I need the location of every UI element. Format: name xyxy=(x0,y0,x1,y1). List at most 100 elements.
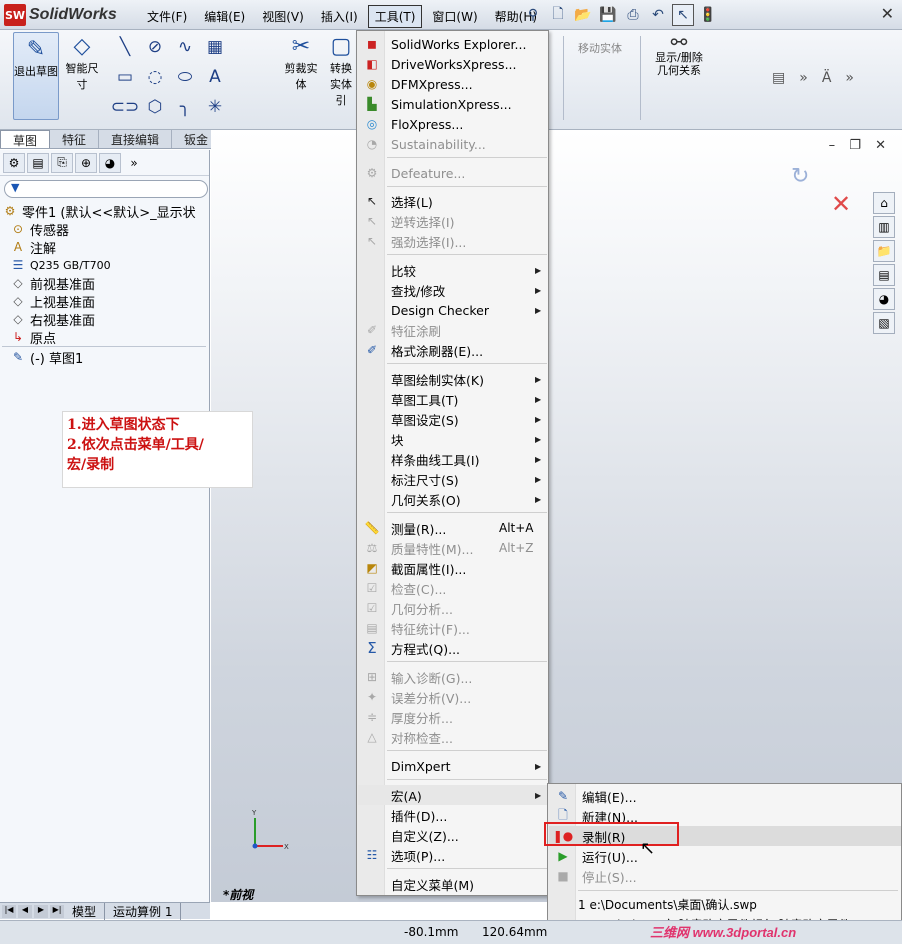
last-tab-icon[interactable]: ▶| xyxy=(50,904,64,918)
arc-icon[interactable]: ◌ xyxy=(140,66,170,88)
tree-item-right-plane[interactable]: ◇ 右视基准面 xyxy=(2,310,208,329)
move-entities-button[interactable]: 移动实体 xyxy=(578,40,622,56)
tree-item-part[interactable]: ⚙ 零件1 (默认<<默认>_显示状 xyxy=(2,202,208,221)
menu-item-options[interactable]: ☷ 选项(P)... xyxy=(358,845,547,865)
menu-window[interactable]: 窗口(W) xyxy=(425,5,484,28)
dimxpert-icon[interactable]: ⊕ xyxy=(75,152,97,173)
menu-item-design-checker[interactable]: Design Checker ▶ xyxy=(358,300,547,320)
ellipse-icon[interactable]: ⬭ xyxy=(170,66,200,88)
menu-item-driveworks[interactable]: ◧ DriveWorksXpress... xyxy=(358,54,547,74)
menu-item-symmetry-check[interactable]: △ 对称检查... xyxy=(358,727,547,747)
menu-item-spline-tools[interactable]: 样条曲线工具(I) ▶ xyxy=(358,449,547,469)
menu-insert[interactable]: 插入(I) xyxy=(314,5,365,28)
grid-icon[interactable]: ▦ xyxy=(200,36,230,58)
close-icon[interactable]: ✕ xyxy=(881,4,894,23)
menu-item-compare[interactable]: 比较 ▶ xyxy=(358,260,547,280)
menu-item-check[interactable]: ☑ 检查(C)... xyxy=(358,578,547,598)
tree-item-sensors[interactable]: ⊙ 传感器 xyxy=(2,220,208,239)
close-icon[interactable]: ✕ xyxy=(875,138,886,153)
more-chevron-icon[interactable]: » xyxy=(845,70,854,86)
menu-item-geometry-analysis[interactable]: ☑ 几何分析... xyxy=(358,598,547,618)
tree-item-annotations[interactable]: A 注解 xyxy=(2,238,208,257)
recent-macro-1[interactable]: 1 e:\Documents\桌面\确认.swp xyxy=(578,896,757,913)
menu-item-relations[interactable]: 几何关系(O) ▶ xyxy=(358,489,547,509)
menu-item-customize[interactable]: 自定义(Z)... xyxy=(358,825,547,845)
menu-item-dimxpert[interactable]: DimXpert ▶ xyxy=(358,756,547,776)
confirmation-corner-icon[interactable]: ↻ xyxy=(791,164,809,189)
prev-tab-icon[interactable]: ◀ xyxy=(18,904,32,918)
tab-features[interactable]: 特征 xyxy=(50,130,100,148)
traffic-light-icon[interactable]: 🚦 xyxy=(697,4,719,26)
pin-icon[interactable]: ⚲ xyxy=(522,4,544,26)
tree-filter-input[interactable]: ▼ xyxy=(4,180,208,198)
menu-item-sketch-tools[interactable]: 草图工具(T) ▶ xyxy=(358,389,547,409)
tree-item-material[interactable]: ☰ Q235 GB/T700 xyxy=(2,256,208,274)
tree-item-origin[interactable]: ↳ 原点 xyxy=(2,328,208,347)
menu-item-format-painter[interactable]: ✐ 格式涂刷器(E)... xyxy=(358,340,547,360)
trim-entities-button[interactable]: ✂ 剪裁实体 xyxy=(281,34,321,92)
menu-item-customize-menu[interactable]: 自定义菜单(M) xyxy=(358,874,547,894)
menu-file[interactable]: 文件(F) xyxy=(140,5,194,28)
home-icon[interactable]: ⌂ xyxy=(873,192,895,214)
menu-item-reverse-select[interactable]: ↖ 逆转选择(I) xyxy=(358,211,547,231)
menu-item-sustainability[interactable]: ◔ Sustainability... xyxy=(358,134,547,154)
circle-icon[interactable]: ⊘ xyxy=(140,36,170,58)
design-library-icon[interactable]: ▥ xyxy=(873,216,895,238)
menu-item-sketch-entities[interactable]: 草图绘制实体(K) ▶ xyxy=(358,369,547,389)
menu-item-macro[interactable]: 宏(A) ▶ xyxy=(358,785,547,805)
menu-item-dfmxpress[interactable]: ◉ DFMXpress... xyxy=(358,74,547,94)
more-chevron-icon[interactable]: » xyxy=(799,70,808,86)
point-icon[interactable]: ✳ xyxy=(200,96,230,118)
view-palette-icon[interactable]: ▤ xyxy=(873,264,895,286)
tab-sketch[interactable]: 草图 xyxy=(0,130,51,148)
menu-item-select[interactable]: ↖ 选择(L) xyxy=(358,191,547,211)
menu-item-feature-paint[interactable]: ✐ 特征涂刷 xyxy=(358,320,547,340)
more-chevron-icon[interactable]: » xyxy=(123,153,145,173)
menu-item-macro-edit[interactable]: ✎ 编辑(E)... xyxy=(549,786,901,806)
open-folder-icon[interactable]: 📂 xyxy=(572,4,594,26)
menu-item-simulationxpress[interactable]: ▙ SimulationXpress... xyxy=(358,94,547,114)
menu-item-equations[interactable]: Σ 方程式(Q)... xyxy=(358,638,547,658)
polygon-icon[interactable]: ⬡ xyxy=(140,96,170,118)
save-icon[interactable]: 💾 xyxy=(597,4,619,26)
next-tab-icon[interactable]: ▶ xyxy=(34,904,48,918)
feature-tree-icon[interactable]: ⚙ xyxy=(3,152,25,173)
menu-item-section-properties[interactable]: ◩ 截面属性(I)... xyxy=(358,558,547,578)
menu-item-deviation-analysis[interactable]: ✦ 误差分析(V)... xyxy=(358,687,547,707)
menu-item-macro-stop[interactable]: ■ 停止(S)... xyxy=(549,866,901,886)
menu-item-feature-statistics[interactable]: ▤ 特征统计(F)... xyxy=(358,618,547,638)
show-relations-button[interactable]: ⚯ 显示/删除几何关系 xyxy=(654,32,704,77)
line-icon[interactable]: ╲ xyxy=(110,36,140,58)
menu-item-mass-properties[interactable]: ⚖ 质量特性(M)... Alt+Z xyxy=(358,538,547,558)
slot-icon[interactable]: ⊂⊃ xyxy=(110,96,140,118)
menu-item-sw-explorer[interactable]: ◼ SolidWorks Explorer... xyxy=(358,34,547,54)
menu-item-macro-run[interactable]: ▶ 运行(U)... xyxy=(549,846,901,866)
menu-item-sketch-settings[interactable]: 草图设定(S) ▶ xyxy=(358,409,547,429)
menu-item-import-diagnostics[interactable]: ⊞ 输入诊断(G)... xyxy=(358,667,547,687)
minimize-icon[interactable]: – xyxy=(829,138,836,153)
menu-item-addins[interactable]: 插件(D)... xyxy=(358,805,547,825)
menu-tools[interactable]: 工具(T) xyxy=(367,5,423,28)
spline-icon[interactable]: ∿ xyxy=(170,36,200,58)
file-explorer-icon[interactable]: 📁 xyxy=(873,240,895,262)
restore-icon[interactable]: ❐ xyxy=(849,138,861,153)
cancel-x-icon[interactable]: ✕ xyxy=(831,190,851,218)
tree-item-top-plane[interactable]: ◇ 上视基准面 xyxy=(2,292,208,311)
undo-icon[interactable]: ↶ xyxy=(647,4,669,26)
menu-item-force-select[interactable]: ↖ 强劲选择(I)... xyxy=(358,231,547,251)
tab-model[interactable]: 模型 xyxy=(64,902,106,920)
rectangle-icon[interactable]: ▭ xyxy=(110,66,140,88)
tree-item-sketch[interactable]: ✎ (-) 草图1 xyxy=(2,348,208,367)
menu-item-thickness-analysis[interactable]: ≑ 厚度分析... xyxy=(358,707,547,727)
appearances-icon[interactable]: ◕ xyxy=(873,288,895,310)
menu-item-find-modify[interactable]: 查找/修改 ▶ xyxy=(358,280,547,300)
exit-sketch-button[interactable]: ✎ 退出草图 xyxy=(13,32,59,120)
property-manager-icon[interactable]: ▤ xyxy=(27,152,49,173)
new-document-icon[interactable]: 🗋 xyxy=(547,4,569,26)
custom-properties-icon[interactable]: ▧ xyxy=(873,312,895,334)
fillet-icon[interactable]: ╮ xyxy=(170,96,200,118)
note-icon[interactable]: Ä xyxy=(822,70,832,86)
configuration-icon[interactable]: ⎘ xyxy=(51,152,73,173)
tree-item-front-plane[interactable]: ◇ 前视基准面 xyxy=(2,274,208,293)
select-pointer-icon[interactable]: ↖ xyxy=(672,4,694,26)
